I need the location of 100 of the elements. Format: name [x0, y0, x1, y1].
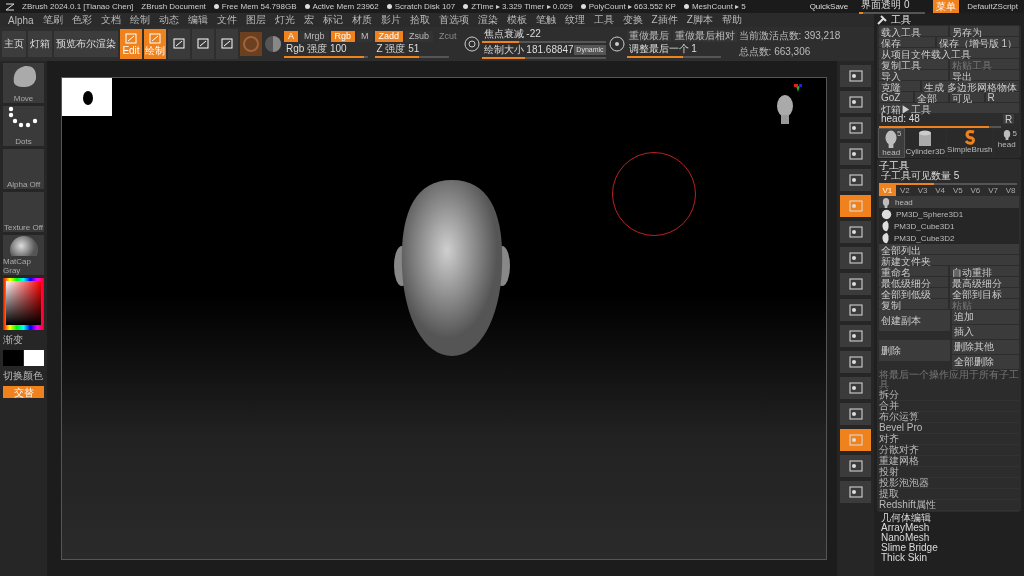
version-tab[interactable]: V8	[1002, 185, 1019, 196]
menu-item[interactable]: 笔触	[531, 13, 560, 27]
panel-button[interactable]: 全部	[914, 92, 948, 102]
tool-button[interactable]	[840, 169, 871, 191]
menu-item[interactable]: Z插件	[647, 13, 682, 27]
menu-item[interactable]: 笔刷	[38, 13, 67, 27]
menu-item[interactable]: 纹理	[560, 13, 589, 27]
panel-item[interactable]: ArrayMesh	[877, 523, 1021, 533]
toolbar-button[interactable]: 预览布尔渲染	[54, 31, 118, 57]
tool-button[interactable]	[840, 377, 871, 399]
tool-button[interactable]	[840, 273, 871, 295]
menu-item[interactable]: 图层	[241, 13, 270, 27]
color-swatch[interactable]	[3, 350, 23, 366]
color-picker[interactable]	[3, 278, 44, 330]
mode-button[interactable]	[192, 29, 214, 59]
version-tab[interactable]: V3	[914, 185, 931, 196]
tool-button[interactable]	[840, 91, 871, 113]
slider[interactable]: Rgb 强度 100	[284, 43, 368, 58]
menu-item[interactable]: 动态	[154, 13, 183, 27]
channel-toggle[interactable]: Mrgb	[300, 30, 329, 42]
panel-button[interactable]: 全部到低级	[879, 288, 948, 298]
menu-item[interactable]: 标记	[318, 13, 347, 27]
slider[interactable]: 焦点衰减 -22	[481, 29, 606, 43]
section-header[interactable]: 投射	[879, 467, 1019, 478]
tool-button[interactable]	[840, 455, 871, 477]
section-header[interactable]: 拆分	[879, 390, 1019, 401]
panel-button[interactable]: 复制	[879, 299, 948, 309]
menu-item[interactable]: 首选项	[434, 13, 473, 27]
panel-button[interactable]: 导入	[879, 70, 948, 80]
mode-button[interactable]	[168, 29, 190, 59]
tool-button[interactable]	[840, 351, 871, 373]
section-header[interactable]: 分散对齐	[879, 445, 1019, 456]
panel-button[interactable]: 可见	[950, 92, 984, 102]
subtool-item[interactable]: head	[879, 196, 1019, 208]
menu-item[interactable]: 拾取	[405, 13, 434, 27]
panel-button[interactable]: 删除	[879, 340, 950, 361]
panel-button[interactable]: 全部删除	[952, 355, 1019, 369]
menu-item[interactable]: 工具	[589, 13, 618, 27]
tool-button[interactable]	[840, 143, 871, 165]
menu-item[interactable]: 帮助	[717, 13, 746, 27]
slider[interactable]: 调整最后一个 1	[626, 44, 721, 58]
tool-thumbnail[interactable]: Cylinder3D	[905, 129, 946, 157]
tool-thumbnail[interactable]: SimpleBrush	[947, 129, 993, 157]
panel-item[interactable]: Slime Bridge	[877, 543, 1021, 553]
section-header[interactable]: Bevel Pro	[879, 423, 1019, 434]
menu-item[interactable]: 文档	[96, 13, 125, 27]
subtool-item[interactable]: PM3D_Sphere3D1	[879, 208, 1019, 220]
menu-item[interactable]: 灯光	[270, 13, 299, 27]
shelf-slot[interactable]: Alpha Off	[3, 149, 44, 189]
version-tab[interactable]: V4	[931, 185, 949, 196]
redo-button[interactable]: 重做最后相对	[672, 30, 737, 42]
quicksave-button[interactable]: QuickSave	[806, 2, 852, 11]
menu-item[interactable]: 绘制	[125, 13, 154, 27]
panel-button[interactable]: R	[1003, 114, 1015, 124]
version-tab[interactable]: V7	[984, 185, 1002, 196]
version-tab[interactable]: V5	[949, 185, 967, 196]
menu-item[interactable]: 变换	[618, 13, 647, 27]
mode-button[interactable]	[216, 29, 238, 59]
panel-button[interactable]: 灯箱▶工具	[879, 103, 1019, 113]
panel-button[interactable]: 追加	[952, 310, 1019, 324]
tool-thumbnail[interactable]: head 5	[879, 129, 904, 157]
menu-item[interactable]: 宏	[299, 13, 318, 27]
shelf-slot[interactable]: Move	[3, 63, 44, 103]
shelf-slot[interactable]: Dots	[3, 106, 44, 146]
section-header[interactable]: 布尔运算	[879, 412, 1019, 423]
menu-item[interactable]: 材质	[347, 13, 376, 27]
sculpt-drawing[interactable]	[392, 178, 512, 358]
menu-item[interactable]: 渲染	[473, 13, 502, 27]
panel-button[interactable]: 全部到目标	[950, 288, 1019, 298]
redo-button[interactable]: 重做最后	[626, 30, 671, 42]
sphere-icon[interactable]	[264, 35, 282, 53]
panel-button[interactable]: 载入工具	[879, 26, 948, 36]
tool-button[interactable]	[840, 247, 871, 269]
menu-item[interactable]: Alpha	[4, 14, 38, 26]
swap-label[interactable]: 切换颜色	[3, 369, 44, 383]
section-header[interactable]: 提取	[879, 489, 1019, 500]
panel-button[interactable]: R	[985, 92, 1019, 102]
panel-item[interactable]: 几何体编辑	[877, 513, 1021, 523]
panel-button[interactable]: 全部列出	[879, 244, 1019, 254]
section-header[interactable]: 对齐	[879, 434, 1019, 445]
menu-item[interactable]: 文件	[212, 13, 241, 27]
color-swatch[interactable]	[24, 350, 44, 366]
panel-item[interactable]: NanoMesh	[877, 533, 1021, 543]
panel-button[interactable]: 创建副本	[879, 310, 950, 331]
viewport[interactable]	[61, 77, 827, 560]
panel-button[interactable]: 删除其他	[952, 340, 1019, 354]
tool-button[interactable]	[840, 117, 871, 139]
tool-button[interactable]	[840, 65, 871, 87]
section-header[interactable]: 重建网格	[879, 456, 1019, 467]
channel-toggle[interactable]: M	[357, 30, 373, 42]
panel-button[interactable]: 从项目文件载入工具	[879, 48, 1019, 58]
section-header[interactable]: 投影泡泡器	[879, 478, 1019, 489]
tool-button[interactable]	[840, 221, 871, 243]
material-swatch-icon[interactable]	[240, 32, 262, 56]
menu-item[interactable]: 编辑	[183, 13, 212, 27]
panel-button[interactable]: 另存为	[950, 26, 1019, 36]
panel-button[interactable]: 插入	[952, 325, 1019, 339]
panel-button[interactable]: 重命名	[879, 266, 948, 276]
tool-button[interactable]	[840, 403, 871, 425]
version-tab[interactable]: V2	[896, 185, 914, 196]
